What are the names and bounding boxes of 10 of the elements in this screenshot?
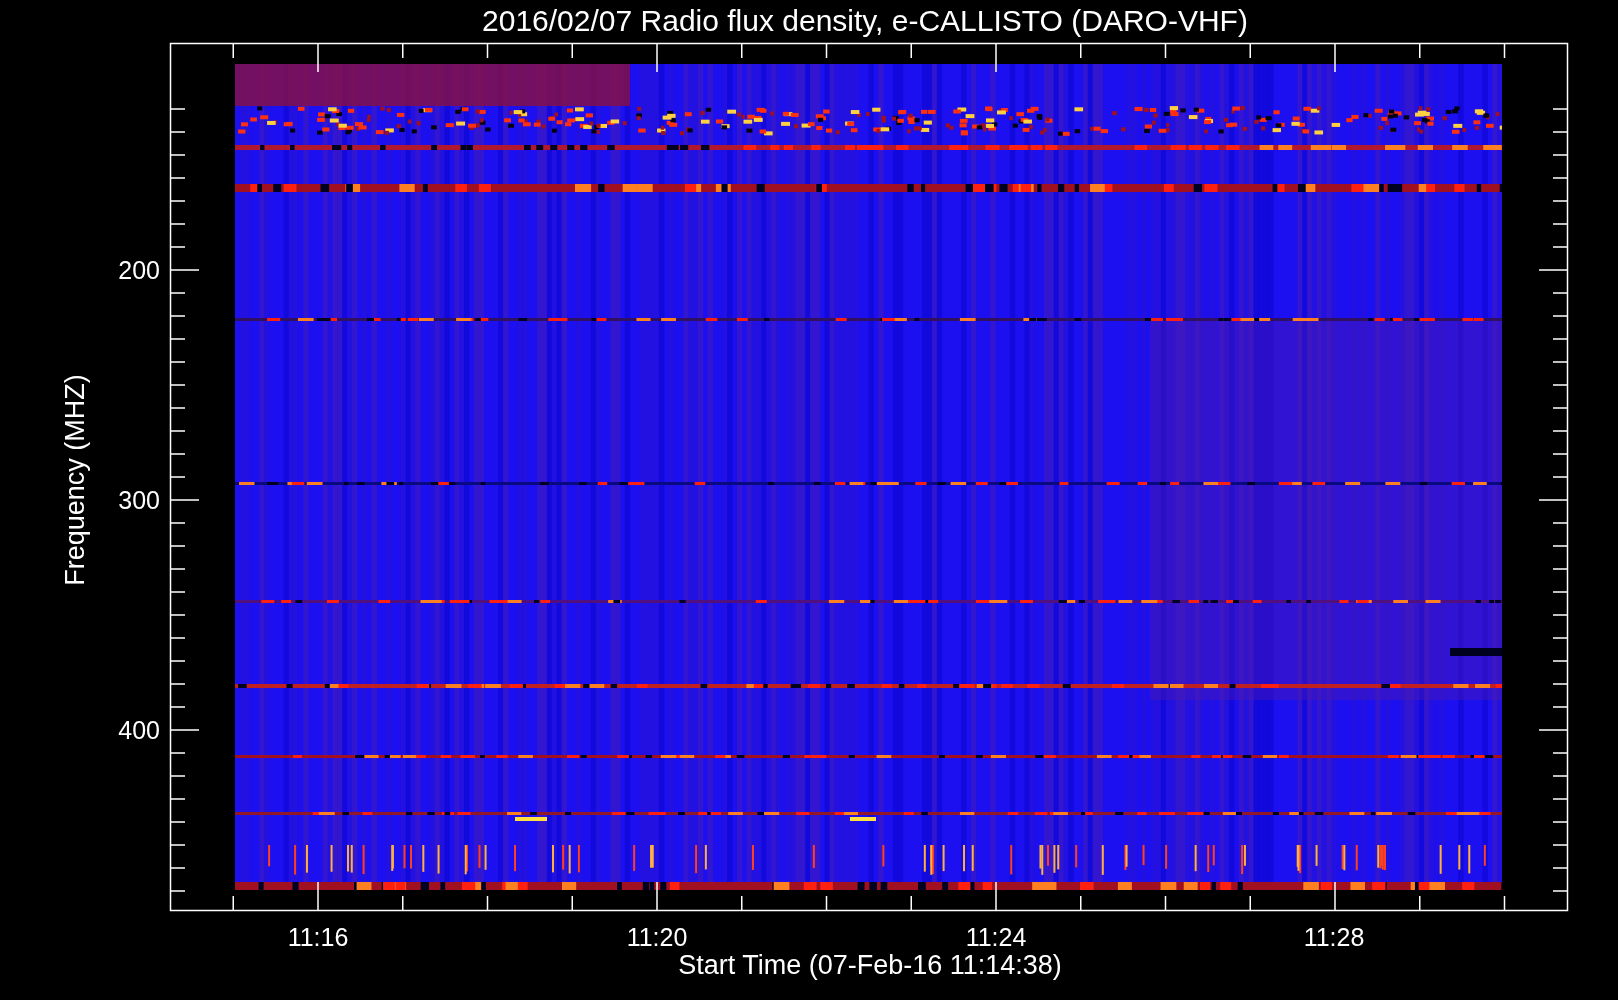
axis-label: Frequency (MHZ) [60,374,90,586]
tick-label: 200 [118,256,160,284]
plot-title: 2016/02/07 Radio flux density, e-CALLISTO (DARO-VHF) [482,4,1248,37]
tick-label: 11:24 [965,923,1027,951]
tick-label: 11:20 [626,923,688,951]
tick-label: 300 [118,486,160,514]
tick-label: 11:16 [287,923,349,951]
tick-label: 11:28 [1303,923,1365,951]
axis-label: Start Time (07-Feb-16 11:14:38) [678,950,1062,980]
tick-label: 400 [118,716,160,744]
